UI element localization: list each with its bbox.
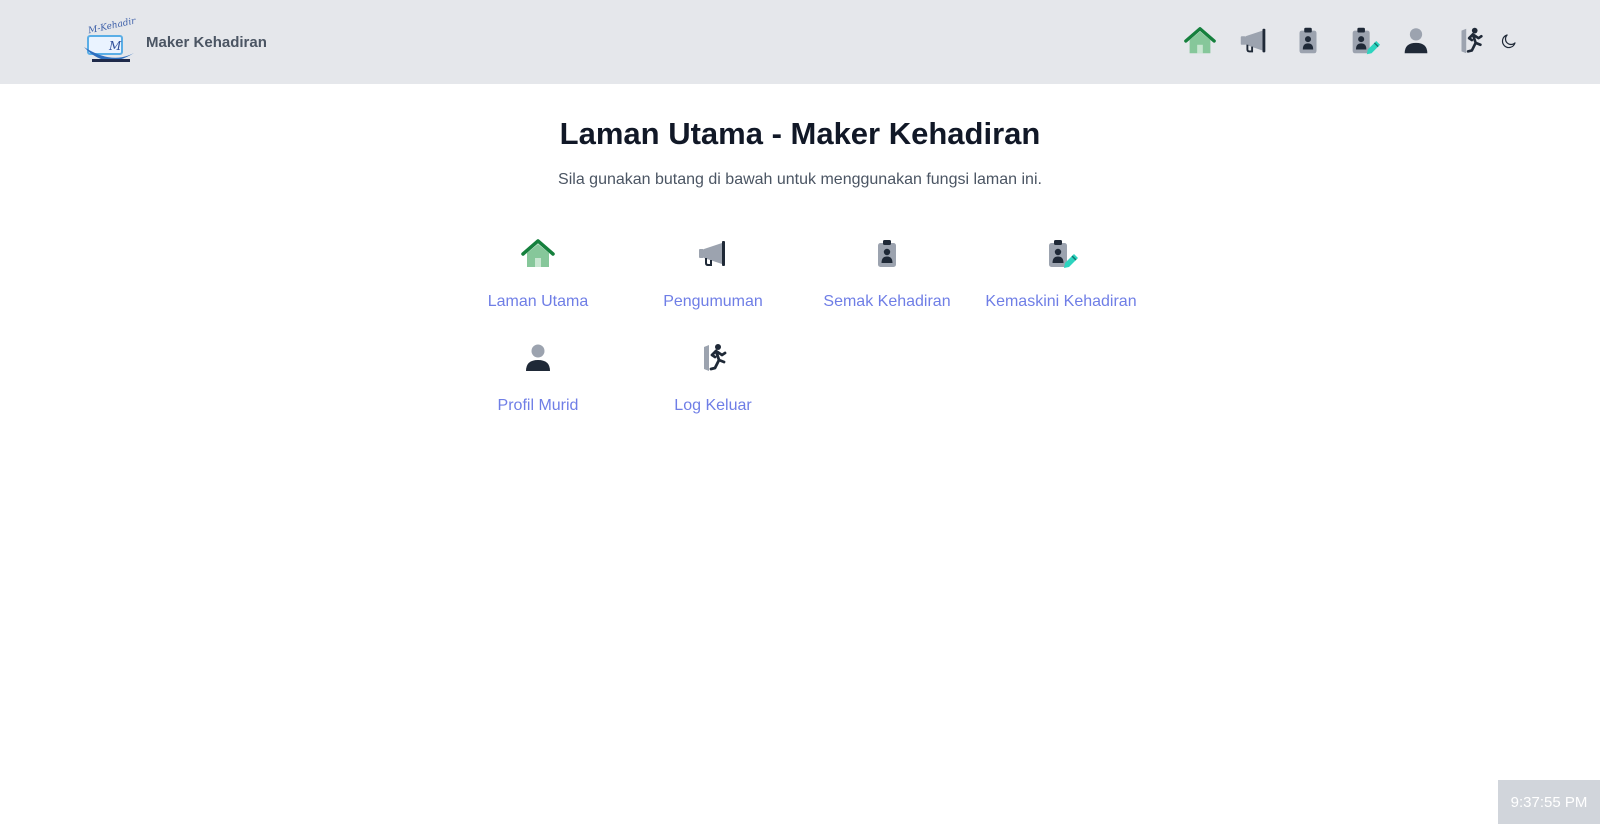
menu-item-label: Log Keluar xyxy=(674,397,752,414)
theme-toggle-button[interactable] xyxy=(1490,22,1528,60)
nav-home-button[interactable] xyxy=(1181,22,1219,60)
clipboard-user-icon xyxy=(1291,24,1325,58)
logout-run-icon xyxy=(695,340,731,376)
menu-item-label: Pengumuman xyxy=(663,293,763,310)
nav-logout-button[interactable] xyxy=(1451,22,1489,60)
page-subtitle: Sila gunakan butang di bawah untuk mengg… xyxy=(558,171,1042,188)
top-navbar: M-Kehadiran M Maker Kehadiran xyxy=(0,0,1600,84)
menu-item-label: Profil Murid xyxy=(497,397,579,414)
home-icon xyxy=(1183,24,1217,58)
user-icon xyxy=(520,340,556,376)
page-title: Laman Utama - Maker Kehadiran xyxy=(559,116,1041,151)
menu-item-label: Laman Utama xyxy=(487,293,589,310)
menu-item-check-attendance[interactable]: Semak Kehadiran xyxy=(800,235,974,331)
menu-item-announcement[interactable]: Pengumuman xyxy=(626,235,800,331)
clipboard-user-icon xyxy=(869,236,905,272)
nav-check-attendance-button[interactable] xyxy=(1289,22,1327,60)
clipboard-edit-icon xyxy=(1347,24,1381,58)
home-icon xyxy=(520,236,556,272)
menu-item-home[interactable]: Laman Utama xyxy=(451,235,625,331)
nav-icon-bar xyxy=(0,22,1600,62)
user-icon xyxy=(1399,24,1433,58)
menu-item-profile[interactable]: Profil Murid xyxy=(451,339,625,435)
megaphone-icon xyxy=(1237,24,1271,58)
menu-item-label: Semak Kehadiran xyxy=(823,293,951,310)
clipboard-edit-icon xyxy=(1043,236,1079,272)
menu-item-update-attendance[interactable]: Kemaskini Kehadiran xyxy=(974,235,1148,331)
nav-announcement-button[interactable] xyxy=(1235,22,1273,60)
nav-profile-button[interactable] xyxy=(1397,22,1435,60)
moon-icon xyxy=(1500,32,1518,50)
menu-item-logout[interactable]: Log Keluar xyxy=(626,339,800,435)
megaphone-icon xyxy=(695,236,731,272)
menu-item-label: Kemaskini Kehadiran xyxy=(985,293,1137,310)
logout-run-icon xyxy=(1453,24,1487,58)
clock-display: 9:37:55 PM xyxy=(1498,780,1600,824)
nav-update-attendance-button[interactable] xyxy=(1345,22,1383,60)
